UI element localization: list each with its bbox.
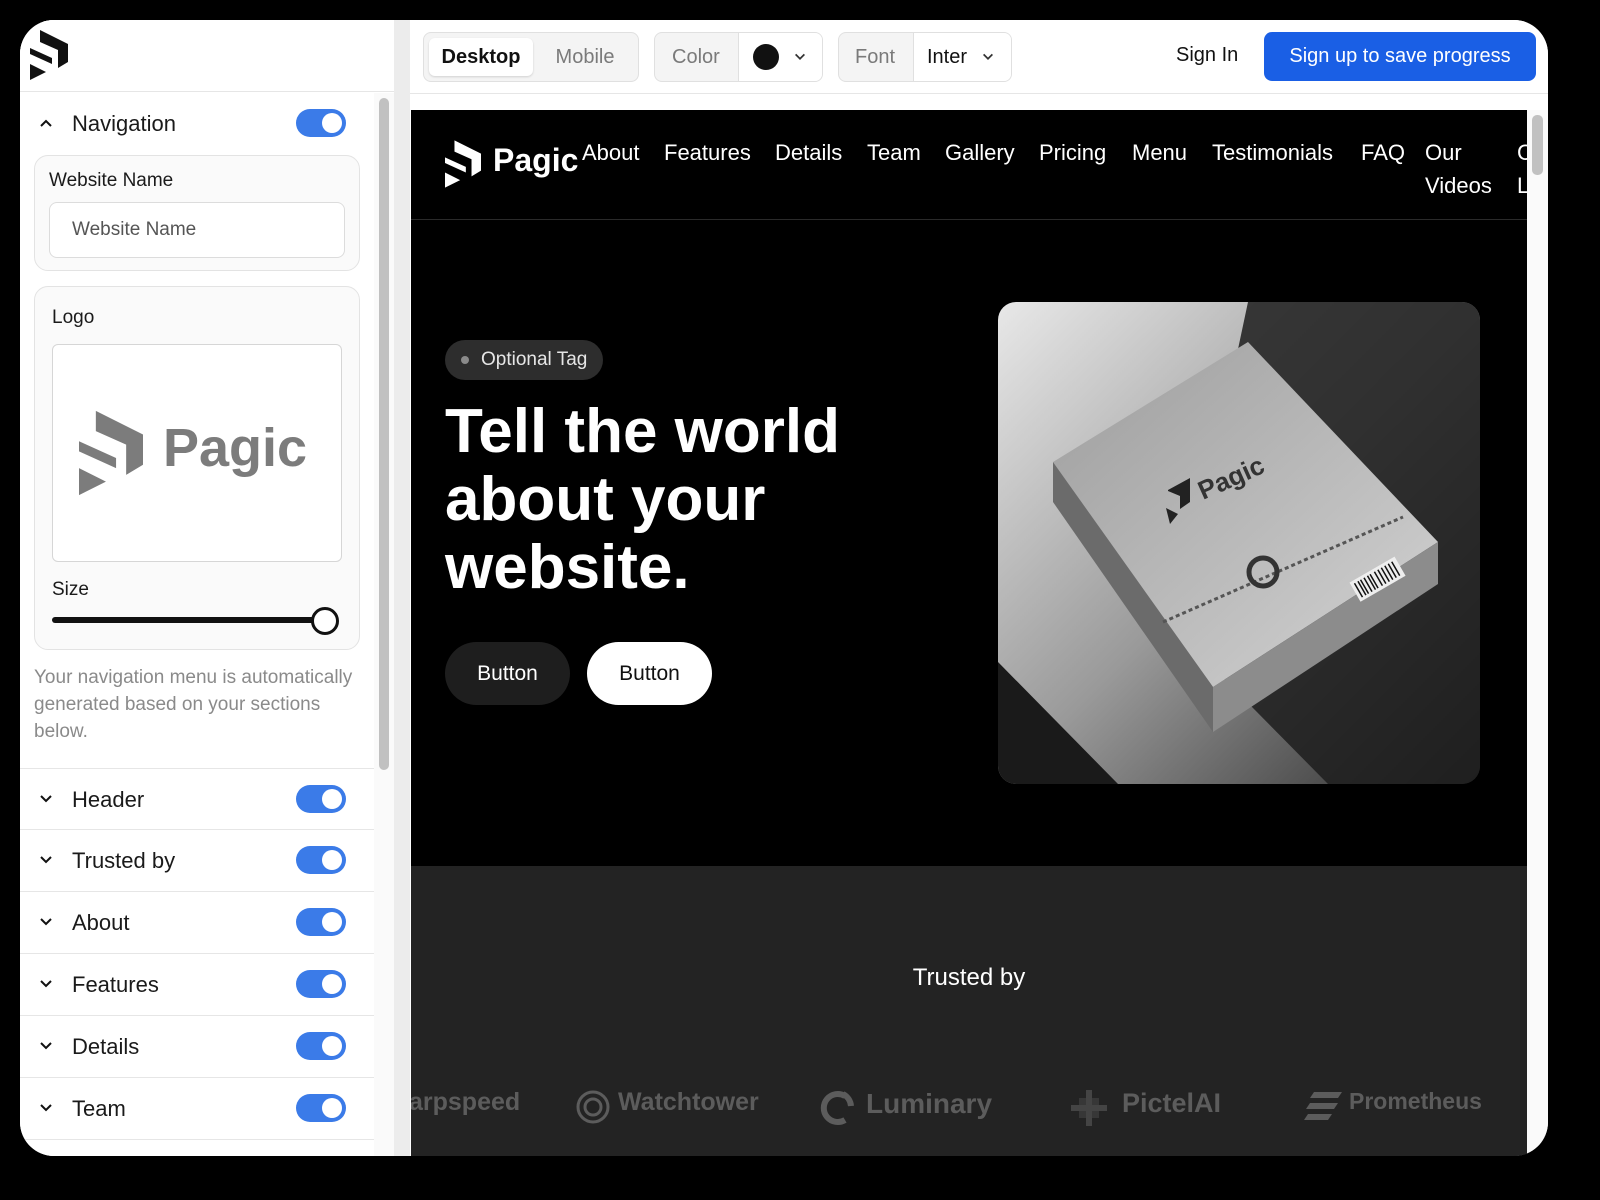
nav-link-team[interactable]: Team	[867, 136, 921, 169]
section-about[interactable]: About	[20, 892, 374, 954]
website-name-input[interactable]	[49, 202, 345, 258]
preview-scrollbar[interactable]	[1527, 110, 1548, 1156]
app-logo-icon[interactable]	[30, 30, 68, 80]
color-swatch	[753, 44, 779, 70]
size-label: Size	[52, 579, 89, 600]
app-window: Navigation Website Name Logo Pagic	[20, 20, 1548, 1156]
nav-link-details[interactable]: Details	[775, 136, 842, 169]
chevron-down-icon[interactable]	[38, 976, 54, 992]
navigation-helper-text: Your navigation menu is automatically ge…	[34, 667, 353, 742]
hero-primary-button[interactable]: Button	[445, 642, 570, 705]
nav-link-overflow[interactable]: C L	[1517, 136, 1527, 202]
font-select[interactable]: Inter	[914, 33, 1011, 81]
trusted-logo-prometheus: Prometheus	[1349, 1088, 1482, 1114]
sidebar: Navigation Website Name Logo Pagic	[20, 20, 394, 1156]
font-picker[interactable]: Font Inter	[838, 32, 1012, 82]
view-mode-switch: Desktop Mobile	[423, 32, 639, 82]
desktop-view-button[interactable]: Desktop	[429, 38, 533, 76]
chevron-down-icon[interactable]	[38, 914, 54, 930]
pictelai-logo-icon	[1071, 1090, 1107, 1126]
logo-label: Logo	[52, 307, 95, 328]
navigation-toggle[interactable]	[296, 109, 346, 137]
nav-link-gallery[interactable]: Gallery	[945, 136, 1015, 169]
font-label: Font	[855, 46, 896, 68]
logo-card: Logo Pagic Size	[34, 286, 360, 650]
website-preview: Pagic About Features Details Team Galler…	[411, 110, 1527, 1156]
website-name-label: Website Name	[49, 170, 174, 191]
luminary-logo-icon	[820, 1091, 854, 1125]
section-details[interactable]: Details	[20, 1016, 374, 1078]
logo-upload-area[interactable]: Pagic	[52, 344, 342, 562]
trusted-logo-warpspeed: arpspeed	[411, 1088, 521, 1116]
sidebar-scrollbar-thumb[interactable]	[379, 98, 389, 770]
nav-link-menu[interactable]: Menu	[1132, 136, 1187, 169]
hero-image: Pagic	[998, 302, 1480, 784]
font-value: Inter	[927, 46, 968, 68]
section-navigation[interactable]: Navigation	[20, 93, 374, 155]
chevron-down-icon	[983, 53, 993, 60]
mobile-view-button[interactable]: Mobile	[536, 38, 634, 76]
chevron-down-icon[interactable]	[38, 1100, 54, 1116]
site-logo-icon[interactable]	[445, 140, 481, 188]
section-label: Features	[72, 972, 159, 997]
chevron-down-icon	[795, 53, 805, 60]
section-trusted-by[interactable]: Trusted by	[20, 830, 374, 892]
watchtower-logo-icon	[576, 1090, 610, 1124]
team-toggle[interactable]	[296, 1094, 346, 1122]
size-slider-track[interactable]	[52, 617, 326, 623]
section-label: Navigation	[72, 111, 176, 136]
section-label: Team	[72, 1096, 126, 1121]
trusted-by-toggle[interactable]	[296, 846, 346, 874]
site-brand[interactable]: Pagic	[493, 142, 578, 179]
section-label: Details	[72, 1034, 140, 1059]
section-partial[interactable]	[20, 1140, 374, 1156]
chevron-up-icon[interactable]	[38, 115, 54, 131]
nav-link-about[interactable]: About	[582, 136, 640, 169]
trusted-logo-luminary: Luminary	[866, 1088, 993, 1119]
size-slider-handle[interactable]	[311, 607, 339, 635]
color-picker[interactable]: Color	[654, 32, 823, 82]
section-header[interactable]: Header	[20, 768, 374, 830]
editor-toolbar: Desktop Mobile Color Font Inter Sign In …	[410, 20, 1548, 94]
sign-up-button[interactable]: Sign up to save progress	[1264, 32, 1536, 81]
nav-link-features[interactable]: Features	[664, 136, 751, 169]
section-label: Header	[72, 787, 145, 812]
section-features[interactable]: Features	[20, 954, 374, 1016]
panel-divider[interactable]	[394, 20, 410, 1156]
nav-link-our-videos[interactable]: Our Videos	[1425, 136, 1492, 202]
nav-link-testimonials[interactable]: Testimonials	[1212, 136, 1333, 169]
optional-tag: Optional Tag	[445, 340, 604, 380]
preview-scrollbar-thumb[interactable]	[1532, 115, 1543, 175]
hero-headline: Tell the world about your website.	[445, 397, 840, 602]
hero-secondary-button[interactable]: Button	[587, 642, 712, 705]
pagic-logo-icon	[79, 410, 143, 496]
about-toggle[interactable]	[296, 908, 346, 936]
section-label: About	[72, 910, 130, 935]
details-toggle[interactable]	[296, 1032, 346, 1060]
trusted-by-title: Trusted by	[912, 964, 1026, 991]
sign-in-link[interactable]: Sign In	[1176, 44, 1238, 67]
website-name-card: Website Name	[34, 155, 360, 271]
features-toggle[interactable]	[296, 970, 346, 998]
color-label: Color	[672, 46, 720, 68]
product-box-illustration: Pagic	[998, 302, 1480, 784]
trusted-by-section: Trusted by arpspeed Watchtower Luminary …	[411, 866, 1527, 1156]
prometheus-logo-icon	[1304, 1092, 1342, 1120]
section-team[interactable]: Team	[20, 1078, 374, 1140]
trusted-logo-pictelai: PictelAI	[1122, 1088, 1222, 1118]
section-label: Trusted by	[72, 848, 176, 873]
logo-brand-text: Pagic	[163, 418, 308, 478]
color-select[interactable]	[739, 33, 822, 81]
sidebar-scroll-area: Navigation Website Name Logo Pagic	[20, 93, 394, 1156]
header-toggle[interactable]	[296, 785, 346, 813]
nav-link-faq[interactable]: FAQ	[1361, 136, 1405, 169]
chevron-down-icon[interactable]	[38, 791, 54, 807]
chevron-down-icon[interactable]	[38, 852, 54, 868]
trusted-logo-watchtower: Watchtower	[618, 1088, 759, 1116]
site-navbar: Pagic About Features Details Team Galler…	[411, 110, 1527, 220]
chevron-down-icon[interactable]	[38, 1038, 54, 1054]
sidebar-header	[20, 20, 394, 92]
nav-link-pricing[interactable]: Pricing	[1039, 136, 1106, 169]
